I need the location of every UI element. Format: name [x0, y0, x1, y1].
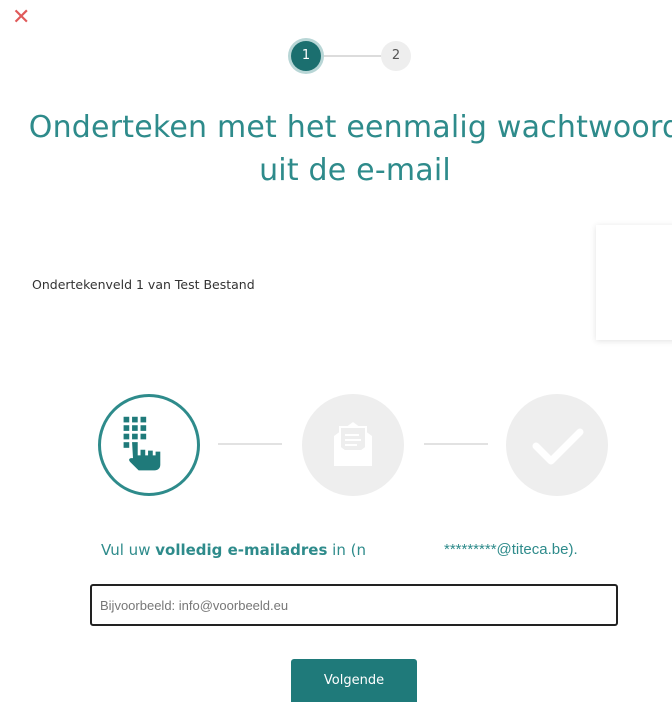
page-title-line-1: Onderteken met het eenmalig wachtwoord	[28, 110, 672, 145]
stepper: 1 2	[291, 38, 417, 74]
page-title: Onderteken met het eenmalig wachtwoord u…	[0, 106, 672, 192]
email-input[interactable]	[90, 584, 618, 626]
stepper-connector	[321, 55, 387, 57]
instruction-text: Vul uw volledig e-mailadres in (n ******…	[101, 541, 661, 559]
next-button[interactable]: Volgende	[291, 659, 417, 702]
signature-field-label: Ondertekenveld 1 van Test Bestand	[32, 277, 255, 292]
process-connector	[424, 443, 488, 445]
instruction-bold: volledig e-mailadres	[155, 541, 328, 559]
signature-preview-card	[596, 225, 672, 340]
instruction-suffix: in (n	[327, 541, 366, 559]
step-1-indicator: 1	[291, 41, 321, 71]
process-steps	[98, 390, 618, 500]
close-icon[interactable]: ✕	[12, 7, 32, 29]
process-connector	[218, 443, 282, 445]
step-2-indicator: 2	[381, 41, 411, 71]
checkmark-icon	[506, 394, 608, 496]
keypad-hand-icon	[98, 394, 200, 496]
masked-email: *********@titeca.be).	[444, 541, 578, 558]
instruction-prefix: Vul uw	[101, 541, 156, 559]
open-envelope-icon	[302, 394, 404, 496]
page-title-line-2: uit de e-mail	[259, 153, 451, 188]
